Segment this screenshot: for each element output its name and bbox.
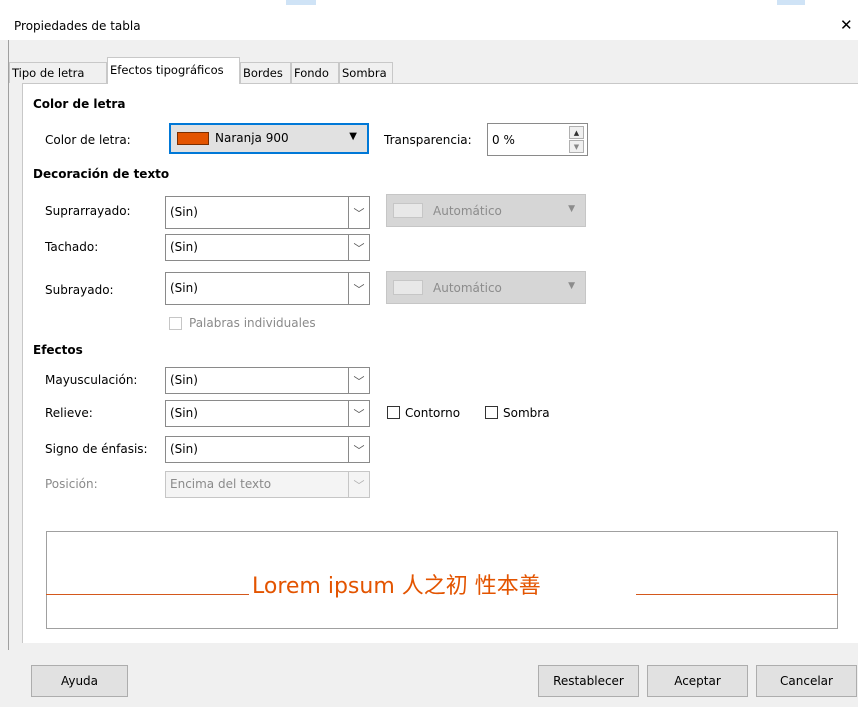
ok-button[interactable]: Aceptar (647, 665, 748, 697)
overline-value: (Sin) (170, 205, 198, 219)
case-dropdown[interactable]: (Sin) ﹀ (165, 367, 370, 394)
preview-baseline (46, 594, 249, 595)
window-title: Propiedades de tabla (14, 19, 141, 33)
font-color-label: Color de letra: (45, 133, 131, 147)
overline-color-value: Automático (433, 204, 502, 218)
position-dropdown: Encima del texto ﹀ (165, 471, 370, 498)
chevron-down-icon: ﹀ (348, 472, 369, 497)
individual-words-checkbox (169, 317, 182, 330)
tab-background[interactable]: Fondo (291, 62, 339, 83)
background-window-strip (286, 0, 316, 5)
underline-color-dropdown: Automático ▼ (386, 271, 586, 304)
dropdown-arrow-icon: ▼ (349, 131, 357, 142)
background-window-strip (777, 0, 805, 5)
window-edge (8, 40, 9, 668)
cancel-button[interactable]: Cancelar (756, 665, 857, 697)
reset-button[interactable]: Restablecer (538, 665, 639, 697)
chevron-down-icon: ﹀ (348, 273, 369, 304)
section-title-text-decoration: Decoración de texto (33, 167, 170, 181)
outline-checkbox[interactable] (387, 406, 400, 419)
font-color-value: Naranja 900 (215, 131, 289, 145)
transparency-label: Transparencia: (384, 133, 472, 147)
help-button[interactable]: Ayuda (31, 665, 128, 697)
color-swatch (393, 280, 423, 295)
relief-label: Relieve: (45, 406, 93, 420)
close-icon[interactable]: ✕ (840, 16, 853, 34)
dropdown-arrow-icon: ▼ (568, 281, 575, 291)
section-title-font-color: Color de letra (33, 97, 126, 111)
preview-baseline (636, 594, 838, 595)
shadow-label: Sombra (503, 406, 550, 420)
tab-shadow[interactable]: Sombra (339, 62, 393, 83)
color-swatch (393, 203, 423, 218)
position-value: Encima del texto (170, 477, 272, 491)
spin-down-icon[interactable]: ▼ (569, 140, 584, 153)
strikethrough-dropdown[interactable]: (Sin) ﹀ (165, 234, 370, 261)
underline-label: Subrayado: (45, 283, 114, 297)
spin-up-icon[interactable]: ▲ (569, 126, 584, 139)
strikethrough-label: Tachado: (45, 240, 99, 254)
chevron-down-icon: ﹀ (348, 197, 369, 228)
font-color-dropdown[interactable]: Naranja 900 ▼ (169, 123, 369, 154)
chevron-down-icon: ﹀ (348, 368, 369, 393)
emphasis-value: (Sin) (170, 442, 198, 456)
strikethrough-value: (Sin) (170, 240, 198, 254)
chevron-down-icon: ﹀ (348, 437, 369, 462)
chevron-down-icon: ﹀ (348, 401, 369, 426)
emphasis-dropdown[interactable]: (Sin) ﹀ (165, 436, 370, 463)
color-swatch (177, 132, 209, 145)
transparency-value: 0 % (492, 133, 515, 147)
tab-font-effects[interactable]: Efectos tipográficos (107, 57, 240, 84)
relief-dropdown[interactable]: (Sin) ﹀ (165, 400, 370, 427)
overline-dropdown[interactable]: (Sin) ﹀ (165, 196, 370, 229)
overline-color-dropdown: Automático ▼ (386, 194, 586, 227)
overline-label: Suprarrayado: (45, 204, 131, 218)
relief-value: (Sin) (170, 406, 198, 420)
underline-value: (Sin) (170, 281, 198, 295)
position-label: Posición: (45, 477, 98, 491)
underline-color-value: Automático (433, 281, 502, 295)
underline-dropdown[interactable]: (Sin) ﹀ (165, 272, 370, 305)
dropdown-arrow-icon: ▼ (568, 204, 575, 214)
section-title-effects: Efectos (33, 343, 83, 357)
transparency-spinner[interactable]: 0 % ▲ ▼ (487, 123, 588, 156)
individual-words-label: Palabras individuales (189, 316, 316, 330)
shadow-checkbox[interactable] (485, 406, 498, 419)
chevron-down-icon: ﹀ (348, 235, 369, 260)
emphasis-label: Signo de énfasis: (45, 442, 148, 456)
outline-label: Contorno (405, 406, 461, 420)
case-value: (Sin) (170, 373, 198, 387)
case-label: Mayusculación: (45, 373, 138, 387)
preview-text: Lorem ipsum 人之初 性本善 (252, 574, 541, 599)
tab-borders[interactable]: Bordes (240, 62, 291, 83)
tab-font[interactable]: Tipo de letra (9, 62, 107, 83)
